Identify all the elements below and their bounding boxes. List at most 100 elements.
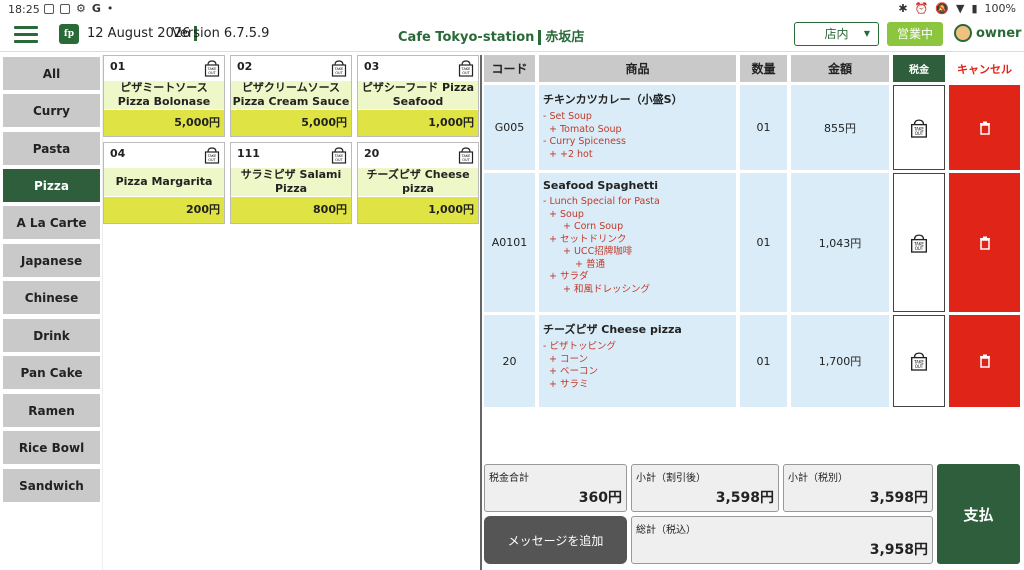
order-item-option: + Tomato Soup bbox=[549, 123, 622, 135]
order-item-option: - ピザトッピング bbox=[543, 341, 616, 352]
subtotal-excl-tax-value: 3,598円 bbox=[869, 490, 928, 506]
avatar bbox=[954, 24, 972, 42]
dot-icon: • bbox=[106, 2, 114, 15]
category-a-la-carte[interactable]: A La Carte bbox=[3, 206, 100, 239]
takeout-icon: TAKEOUT bbox=[458, 147, 474, 164]
category-drink[interactable]: Drink bbox=[3, 319, 100, 352]
order-item-option: - Set Soup bbox=[543, 111, 592, 122]
product-card[interactable]: 20 TAKE OUT チーズピザ Cheese pizza 1,000円 bbox=[357, 142, 479, 224]
takeout-toggle[interactable]: TAKE OUT bbox=[893, 85, 945, 170]
product-card[interactable]: 04 TAKE OUT Pizza Margarita 200円 bbox=[103, 142, 225, 224]
alarm-icon: ⏰ bbox=[914, 2, 929, 15]
google-icon: G bbox=[91, 2, 101, 15]
cancel-item-button[interactable] bbox=[949, 315, 1020, 407]
takeout-icon: TAKEOUT bbox=[911, 118, 927, 138]
category-pan-cake[interactable]: Pan Cake bbox=[3, 356, 100, 389]
product-name: ピザクリームソース Pizza Cream Sauce bbox=[231, 81, 351, 109]
gear-icon: ⚙ bbox=[76, 2, 86, 15]
settings-icon bbox=[44, 3, 54, 14]
subtotal-excl-tax-label: 小計（税別） bbox=[788, 473, 848, 484]
category-pizza[interactable]: Pizza bbox=[3, 169, 100, 202]
category-japanese[interactable]: Japanese bbox=[3, 244, 100, 277]
cancel-item-button[interactable] bbox=[949, 85, 1020, 170]
product-card[interactable]: 01 TAKE OUT ピザミートソース Pizza Bolonase 5,000… bbox=[103, 55, 225, 137]
trash-icon bbox=[979, 236, 990, 250]
takeout-icon: TAKEOUT bbox=[458, 60, 474, 77]
order-item-option: + コーン bbox=[549, 353, 589, 365]
order-row-item[interactable]: チーズピザ Cheese pizza - ピザトッピング + コーン + ベーコ… bbox=[539, 315, 736, 407]
order-row-qty[interactable]: 01 bbox=[740, 85, 787, 170]
order-item-option: - Curry Spiceness bbox=[543, 136, 626, 147]
user-menu[interactable]: owner bbox=[954, 24, 1021, 42]
mute-icon: 🔕 bbox=[935, 2, 950, 15]
product-price: 1,000円 bbox=[358, 197, 478, 223]
product-code: 20 bbox=[364, 147, 380, 160]
cancel-item-button[interactable] bbox=[949, 173, 1020, 312]
product-code: 04 bbox=[110, 147, 126, 160]
subtotal-after-discount-value: 3,598円 bbox=[715, 490, 774, 506]
status-time: 18:25 bbox=[8, 3, 40, 16]
category-curry[interactable]: Curry bbox=[3, 94, 100, 127]
dine-mode-select[interactable]: 店内 ▼ bbox=[794, 22, 879, 46]
business-status-button[interactable]: 営業中 bbox=[887, 22, 943, 46]
category-sandwich[interactable]: Sandwich bbox=[3, 469, 100, 502]
order-row-qty[interactable]: 01 bbox=[740, 173, 787, 312]
product-price: 200円 bbox=[104, 197, 224, 223]
battery-level: 100% bbox=[984, 2, 1016, 15]
status-bar: 18:25 ⚙ G • ✱ ⏰ 🔕 ▼ ▮ 100% bbox=[0, 0, 1024, 18]
add-message-button[interactable]: メッセージを追加 bbox=[484, 516, 627, 564]
product-price: 5,000円 bbox=[231, 110, 351, 136]
order-item-name: チーズピザ Cheese pizza bbox=[543, 323, 682, 336]
product-name: チーズピザ Cheese pizza bbox=[358, 168, 478, 196]
product-code: 111 bbox=[237, 147, 260, 160]
tax-total-box: 税金合計 360円 bbox=[484, 464, 627, 512]
subtotal-after-discount-box: 小計（割引後） 3,598円 bbox=[631, 464, 779, 512]
menu-icon[interactable] bbox=[14, 26, 38, 44]
product-price: 1,000円 bbox=[358, 110, 478, 136]
product-name: ピザシーフード Pizza Seafood bbox=[358, 81, 478, 109]
order-row-item[interactable]: チキンカツカレー（小盛S） - Set Soup + Tomato Soup -… bbox=[539, 85, 736, 170]
category-rice-bowl[interactable]: Rice Bowl bbox=[3, 431, 100, 464]
category-sidebar: All Curry Pasta Pizza A La Carte Japanes… bbox=[0, 55, 103, 570]
totals-panel: 税金合計 360円 小計（割引後） 3,598円 小計（税別） 3,598円 メ… bbox=[482, 460, 1024, 570]
order-row-qty[interactable]: 01 bbox=[740, 315, 787, 407]
takeout-icon: TAKEOUT bbox=[331, 147, 347, 164]
wifi-icon: ▼ bbox=[956, 2, 965, 15]
order-row-code: 20 bbox=[484, 315, 535, 407]
takeout-toggle[interactable]: TAKE OUT bbox=[893, 173, 945, 312]
grand-total-box: 総計（税込） 3,958円 bbox=[631, 516, 933, 564]
order-row-amount: 855円 bbox=[791, 85, 889, 170]
svg-text:OUT: OUT bbox=[462, 71, 470, 75]
svg-text:OUT: OUT bbox=[915, 130, 924, 135]
order-item-option: + Corn Soup bbox=[563, 221, 624, 232]
category-chinese[interactable]: Chinese bbox=[3, 281, 100, 314]
svg-text:OUT: OUT bbox=[915, 245, 924, 250]
store-name: Cafe Tokyo-station 赤坂店 bbox=[398, 30, 585, 45]
order-item-option: + セットドリンク bbox=[549, 233, 627, 245]
order-row-item[interactable]: Seafood Spaghetti - Lunch Special for Pa… bbox=[539, 173, 736, 312]
takeout-toggle[interactable]: TAKE OUT bbox=[893, 315, 945, 407]
app-bar: fp 12 August 2026 Version 6.7.5.9 Cafe T… bbox=[0, 18, 1024, 52]
app-logo: fp bbox=[59, 24, 79, 44]
category-pasta[interactable]: Pasta bbox=[3, 132, 100, 165]
column-header-code: コード bbox=[484, 55, 535, 82]
order-row-amount: 1,700円 bbox=[791, 315, 889, 407]
grand-total-value: 3,958円 bbox=[869, 542, 928, 558]
category-all[interactable]: All bbox=[3, 57, 100, 90]
product-name: Pizza Margarita bbox=[104, 168, 224, 196]
product-card[interactable]: 02 TAKE OUT ピザクリームソース Pizza Cream Sauce 5… bbox=[230, 55, 352, 137]
order-item-option: + ベーコン bbox=[549, 366, 598, 377]
order-item-option: + サラミ bbox=[549, 378, 589, 390]
subtotal-after-discount-label: 小計（割引後） bbox=[636, 473, 706, 484]
takeout-icon: TAKEOUT bbox=[204, 60, 220, 77]
product-price: 800円 bbox=[231, 197, 351, 223]
category-ramen[interactable]: Ramen bbox=[3, 394, 100, 427]
subtotal-excl-tax-box: 小計（税別） 3,598円 bbox=[783, 464, 933, 512]
product-card[interactable]: 03 TAKE OUT ピザシーフード Pizza Seafood 1,000円 bbox=[357, 55, 479, 137]
pay-button[interactable]: 支払 bbox=[937, 464, 1020, 564]
product-code: 02 bbox=[237, 60, 253, 73]
product-card[interactable]: 111 TAKE OUT サラミピザ Salami Pizza 800円 bbox=[230, 142, 352, 224]
chevron-down-icon: ▼ bbox=[863, 29, 870, 38]
svg-text:OUT: OUT bbox=[335, 71, 343, 75]
order-item-option: - Lunch Special for Pasta bbox=[543, 196, 660, 207]
